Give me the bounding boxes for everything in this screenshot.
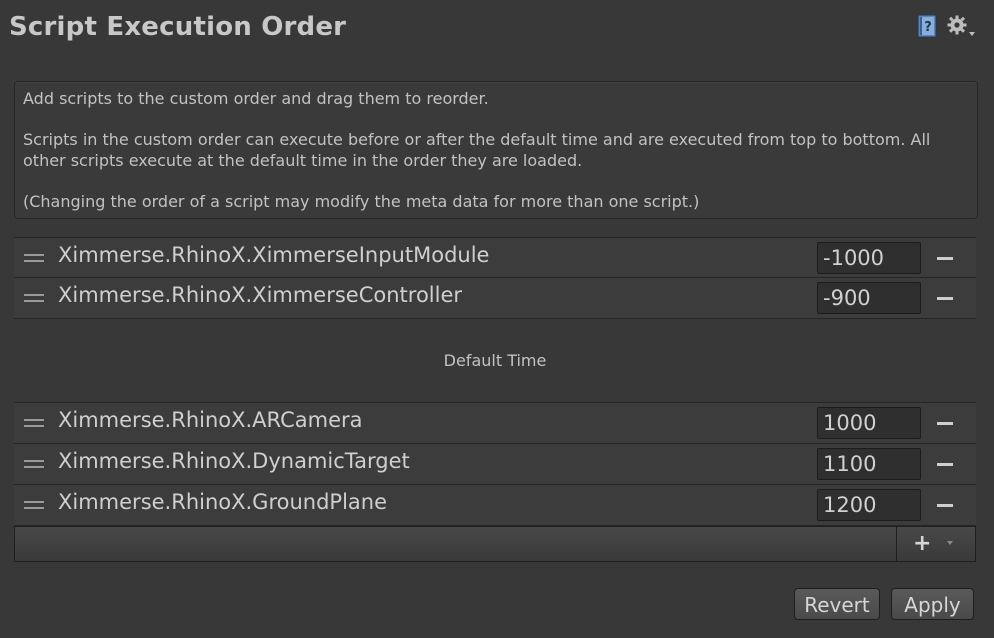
add-script-button[interactable]: + [896,527,965,561]
order-input[interactable] [817,407,921,439]
list-item[interactable]: Ximmerse.RhinoX.XimmerseInputModule [14,237,976,278]
script-execution-order-panel: Script Execution Order ? Add scripts to … [0,0,994,638]
remove-button[interactable] [935,256,955,261]
page-title: Script Execution Order [9,12,347,42]
info-text-order: Scripts in the custom order can execute … [23,130,931,170]
script-order-list: Ximmerse.RhinoX.XimmerseInputModule Ximm… [14,237,976,562]
list-item[interactable]: Ximmerse.RhinoX.XimmerseController [14,278,976,319]
drag-handle-icon[interactable] [24,419,44,429]
order-input[interactable] [817,489,921,521]
drag-handle-icon[interactable] [24,294,44,304]
script-name: Ximmerse.RhinoX.GroundPlane [58,490,388,514]
help-book-icon[interactable]: ? [916,14,938,38]
list-item[interactable]: Ximmerse.RhinoX.ARCamera [14,403,976,444]
script-name: Ximmerse.RhinoX.ARCamera [58,408,363,432]
info-text-note: (Changing the order of a script may modi… [23,191,700,211]
info-help-box: Add scripts to the custom order and drag… [14,81,978,219]
drag-handle-icon[interactable] [24,501,44,511]
revert-button[interactable]: Revert [794,588,880,620]
svg-text:?: ? [924,20,932,35]
remove-button[interactable] [935,296,955,301]
script-name: Ximmerse.RhinoX.DynamicTarget [58,449,410,473]
order-input[interactable] [817,242,921,274]
remove-button[interactable] [935,503,955,508]
apply-button[interactable]: Apply [891,588,974,620]
drag-handle-icon[interactable] [24,254,44,264]
script-name: Ximmerse.RhinoX.XimmerseController [58,283,463,307]
list-item[interactable]: Ximmerse.RhinoX.GroundPlane [14,485,976,526]
gear-dropdown-icon[interactable] [946,14,976,40]
drag-handle-icon[interactable] [24,460,44,470]
dropdown-arrow-icon [947,541,953,545]
remove-button[interactable] [935,421,955,426]
default-time-divider: Default Time [14,319,976,403]
remove-button[interactable] [935,462,955,467]
order-input[interactable] [817,448,921,480]
list-item[interactable]: Ximmerse.RhinoX.DynamicTarget [14,444,976,485]
script-name: Ximmerse.RhinoX.XimmerseInputModule [58,243,490,267]
default-time-label: Default Time [443,351,547,370]
info-text-intro: Add scripts to the custom order and drag… [23,89,489,108]
list-footer: + [14,526,976,562]
order-input[interactable] [817,282,921,314]
plus-icon: + [913,531,932,556]
